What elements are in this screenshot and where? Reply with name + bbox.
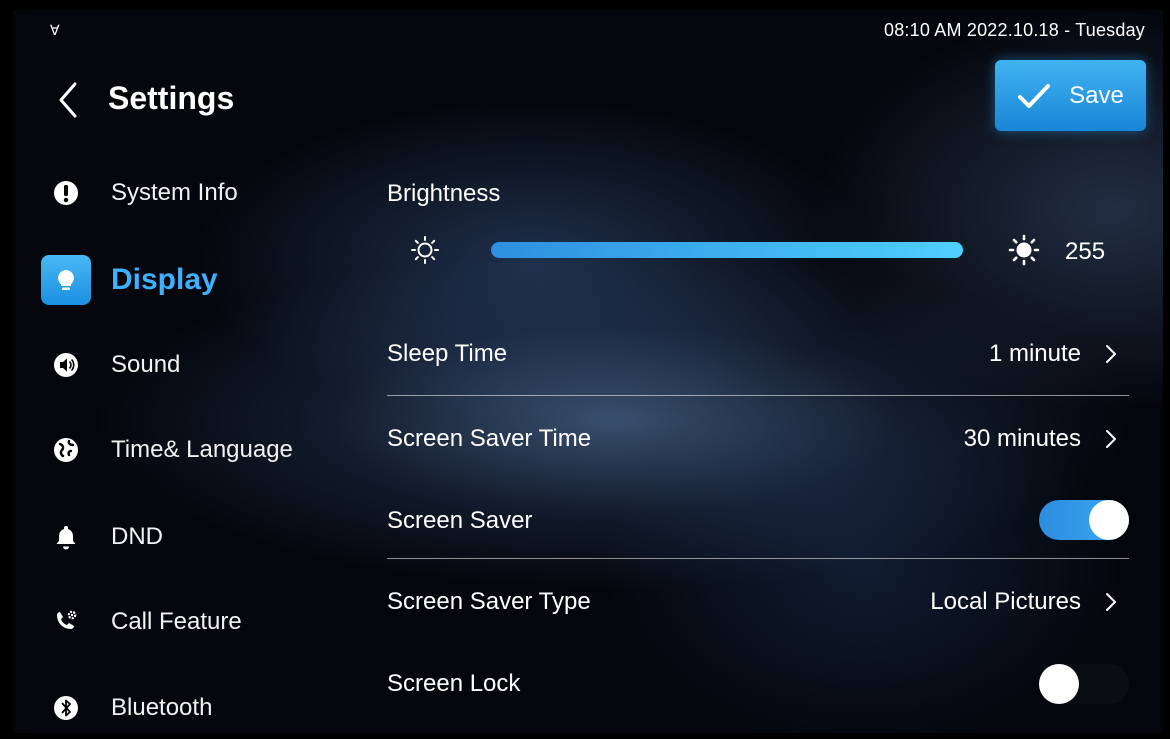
globe-icon [39,425,93,475]
sidebar-item-label: Bluetooth [111,694,213,721]
sidebar-item-time-language[interactable]: Time& Language [39,425,293,475]
chevron-right-icon [1106,430,1116,448]
sidebar-item-system-info[interactable]: System Info [39,168,238,218]
screen-saver-type-row[interactable]: Screen Saver Type Local Pictures [387,588,1129,634]
sidebar-item-label: DND [111,523,163,550]
screen-lock-label: Screen Lock [387,670,521,697]
screen-saver-time-value: 30 minutes [963,425,1081,452]
divider [387,558,1129,559]
save-button[interactable]: Save [995,60,1146,131]
divider [387,395,1129,396]
status-clock: 08:10 AM 2022.10.18 - Tuesday [884,20,1145,40]
sleep-time-label: Sleep Time [387,340,508,367]
sidebar-item-dnd[interactable]: DND [39,512,163,562]
bluetooth-icon [39,683,93,733]
sidebar-item-label: Sound [111,351,181,378]
sidebar-item-call-feature[interactable]: Call Feature [39,597,242,647]
screen-saver-type-value: Local Pictures [930,588,1081,615]
info-icon [39,168,93,218]
screen-saver-toggle[interactable] [1039,500,1129,540]
brightness-label: Brightness [387,180,501,207]
brightness-value: 255 [1065,238,1106,265]
brightness-low-icon [410,235,440,265]
sidebar-item-label: Display [111,263,218,296]
sidebar-item-label: Call Feature [111,608,242,635]
phone-gear-icon [39,597,93,647]
sidebar-item-label: Time& Language [111,436,293,463]
screen-lock-toggle[interactable] [1039,664,1129,704]
back-button[interactable] [53,80,83,120]
chevron-left-icon [59,82,77,118]
page-title: Settings [108,80,235,116]
checkmark-icon [1018,83,1051,108]
sidebar-item-display[interactable]: Display [39,255,218,305]
speaker-icon [39,340,93,390]
network-icon: Ɐ [50,22,60,38]
brightness-slider[interactable] [491,242,963,258]
sleep-time-row[interactable]: Sleep Time 1 minute [387,340,1129,386]
screen-saver-type-label: Screen Saver Type [387,588,591,615]
bulb-icon [41,255,91,305]
brightness-high-icon [1008,234,1040,266]
bell-icon [39,512,93,562]
display-settings-screen: Ɐ 08:10 AM 2022.10.18 - Tuesday Settings… [13,10,1163,733]
screen-saver-label: Screen Saver [387,507,533,534]
sidebar-item-label: System Info [111,179,238,206]
sidebar-item-sound[interactable]: Sound [39,340,180,390]
sleep-time-value: 1 minute [988,340,1081,367]
sidebar-item-bluetooth[interactable]: Bluetooth [39,683,212,733]
toggle-knob [1039,664,1079,704]
save-label: Save [1069,81,1124,109]
screen-saver-time-label: Screen Saver Time [387,425,592,452]
chevron-right-icon [1106,345,1116,363]
toggle-knob [1089,500,1129,540]
screen-saver-time-row[interactable]: Screen Saver Time 30 minutes [387,425,1129,471]
chevron-right-icon [1106,593,1116,611]
